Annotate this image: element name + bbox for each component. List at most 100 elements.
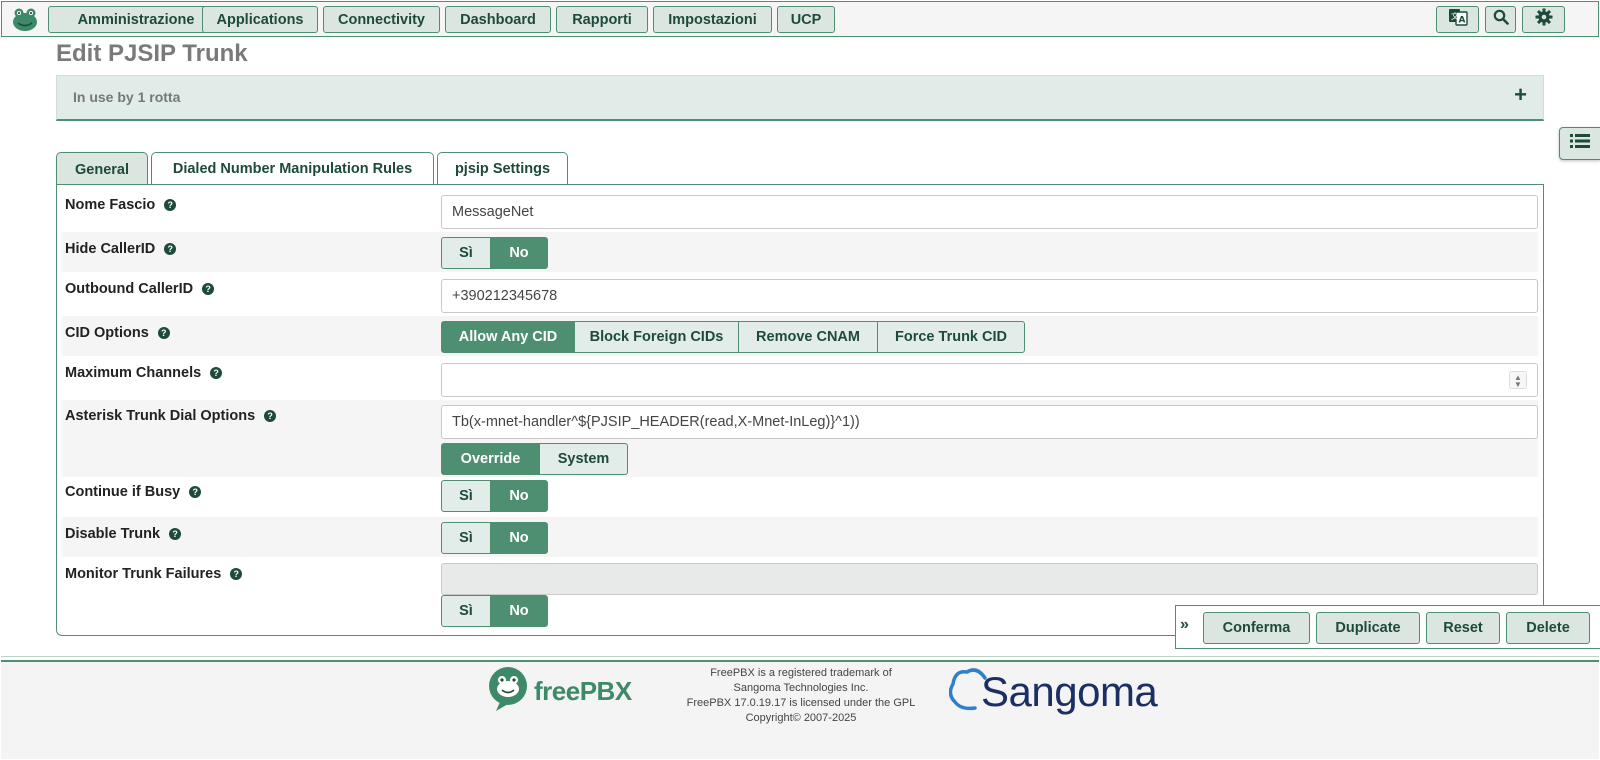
dial-options-label-text: Asterisk Trunk Dial Options	[65, 408, 256, 424]
max-channels-label-text: Maximum Channels	[65, 365, 202, 381]
outbound-callerid-label-text: Outbound CallerID	[65, 281, 194, 297]
expand-plus-icon[interactable]: +	[1514, 82, 1527, 108]
disable-trunk-yes[interactable]: Sì	[441, 522, 491, 554]
continue-busy-label: Continue if Busy ?	[65, 484, 202, 500]
form-row-dial-options: Asterisk Trunk Dial Options ? Tb(x-mnet-…	[62, 400, 1538, 477]
trunk-name-label: Nome Fascio ?	[65, 197, 177, 213]
cid-option-block-foreign[interactable]: Block Foreign CIDs	[574, 321, 739, 353]
continue-busy-no[interactable]: No	[490, 480, 548, 512]
help-icon[interactable]: ?	[202, 283, 215, 295]
footer-line: Copyright© 2007-2025	[745, 712, 857, 724]
disable-trunk-label: Disable Trunk ?	[65, 526, 182, 542]
delete-button[interactable]: Delete	[1506, 612, 1590, 644]
nav-applications[interactable]: Applications	[202, 6, 318, 33]
footer-line: FreePBX is a registered trademark of	[710, 667, 892, 679]
tab-dialed-number-manipulation-rules[interactable]: Dialed Number Manipulation Rules	[151, 152, 434, 185]
nav-amministrazione[interactable]: Amministrazione	[48, 6, 224, 33]
monitor-failures-no[interactable]: No	[490, 595, 548, 627]
side-list-toggle[interactable]	[1559, 127, 1600, 160]
footer-line[interactable]: FreePBX 17.0.19.17 is licensed under the…	[681, 696, 921, 711]
dial-options-system[interactable]: System	[539, 443, 628, 475]
settings-button[interactable]	[1522, 6, 1565, 33]
submit-button[interactable]: Conferma	[1203, 612, 1310, 644]
cid-option-force-trunk[interactable]: Force Trunk CID	[877, 321, 1025, 353]
cid-options-label-text: CID Options	[65, 325, 149, 341]
cid-option-remove-cnam[interactable]: Remove CNAM	[738, 321, 878, 353]
svg-text:A: A	[1458, 16, 1465, 26]
help-icon[interactable]: ?	[230, 568, 243, 580]
help-icon[interactable]: ?	[189, 486, 202, 498]
hide-callerid-yes[interactable]: Sì	[441, 237, 491, 269]
help-icon[interactable]: ?	[210, 367, 223, 379]
usage-text: In use by 1 rotta	[73, 89, 181, 105]
nav-ucp[interactable]: UCP	[777, 6, 835, 33]
top-navbar: Amministrazione Applications Connectivit…	[1, 1, 1599, 37]
continue-busy-toggle: Sì No	[441, 480, 548, 512]
number-spinner-icon[interactable]: ▲ ▼	[1509, 371, 1527, 389]
form-row-outbound-callerid: Outbound CallerID ? +390212345678	[62, 274, 1538, 314]
cid-options-toggle: Allow Any CID Block Foreign CIDs Remove …	[441, 321, 1025, 353]
footer-legal-text: FreePBX is a registered trademark of San…	[681, 666, 921, 726]
max-channels-label: Maximum Channels ?	[65, 365, 223, 381]
disable-trunk-label-text: Disable Trunk	[65, 526, 161, 542]
dial-options-override[interactable]: Override	[441, 443, 540, 475]
page-title: Edit PJSIP Trunk	[56, 40, 248, 67]
collapse-double-chevron-icon[interactable]: »	[1180, 616, 1189, 634]
monitor-failures-yes[interactable]: Sì	[441, 595, 491, 627]
nav-impostazioni[interactable]: Impostazioni	[653, 6, 772, 33]
form-row-trunk-name: Nome Fascio ? MessageNet	[62, 190, 1538, 230]
duplicate-button[interactable]: Duplicate	[1316, 612, 1420, 644]
dial-options-toggle: Override System	[441, 443, 628, 475]
nav-rapporti[interactable]: Rapporti	[556, 6, 648, 33]
freepbx-logo[interactable]: freePBX	[486, 666, 632, 717]
dial-options-input[interactable]: Tb(x-mnet-handler^${PJSIP_HEADER(read,X-…	[441, 405, 1538, 439]
hide-callerid-label: Hide CallerID ?	[65, 241, 177, 257]
max-channels-input[interactable]: ▲ ▼	[441, 363, 1538, 397]
search-button[interactable]	[1485, 6, 1516, 33]
freepbx-wordmark: freePBX	[534, 676, 632, 706]
tab-general[interactable]: General	[56, 152, 148, 186]
form-row-disable-trunk: Disable Trunk ? Sì No	[62, 517, 1538, 557]
reset-button[interactable]: Reset	[1426, 612, 1500, 644]
tab-pjsip-settings[interactable]: pjsip Settings	[437, 152, 568, 185]
cid-options-label: CID Options ?	[65, 325, 170, 341]
help-icon[interactable]: ?	[169, 528, 182, 540]
form-row-hide-callerid: Hide CallerID ? Sì No	[62, 232, 1538, 272]
continue-busy-label-text: Continue if Busy	[65, 484, 181, 500]
outbound-callerid-label: Outbound CallerID ?	[65, 281, 215, 297]
monitor-failures-input[interactable]	[441, 563, 1538, 595]
monitor-failures-label-text: Monitor Trunk Failures	[65, 566, 222, 582]
nav-connectivity[interactable]: Connectivity	[323, 6, 440, 33]
gear-icon	[1535, 8, 1553, 31]
hide-callerid-no[interactable]: No	[490, 237, 548, 269]
monitor-failures-label: Monitor Trunk Failures ?	[65, 566, 243, 582]
search-icon	[1493, 9, 1509, 30]
trunk-name-input[interactable]: MessageNet	[441, 195, 1538, 229]
help-icon[interactable]: ?	[157, 327, 170, 339]
usage-panel: In use by 1 rotta +	[56, 75, 1544, 121]
sangoma-wordmark: Sangoma	[981, 667, 1158, 715]
form-row-continue-busy: Continue if Busy ? Sì No	[62, 476, 1538, 516]
footer-line: Sangoma Technologies Inc.	[733, 682, 869, 694]
sangoma-logo[interactable]: Sangoma	[948, 664, 1158, 719]
floating-action-bar: » Conferma Duplicate Reset Delete	[1175, 605, 1600, 649]
form-row-max-channels: Maximum Channels ? ▲ ▼	[62, 358, 1538, 398]
outbound-callerid-input[interactable]: +390212345678	[441, 279, 1538, 313]
list-icon	[1570, 133, 1590, 154]
language-button[interactable]: 文 A	[1436, 6, 1479, 33]
freepbx-home-logo-icon[interactable]	[10, 6, 40, 34]
nav-dashboard[interactable]: Dashboard	[445, 6, 551, 33]
disable-trunk-no[interactable]: No	[490, 522, 548, 554]
dial-options-label: Asterisk Trunk Dial Options ?	[65, 408, 277, 424]
monitor-failures-toggle: Sì No	[441, 595, 548, 627]
hide-callerid-toggle: Sì No	[441, 237, 548, 269]
help-icon[interactable]: ?	[164, 199, 177, 211]
hide-callerid-label-text: Hide CallerID	[65, 241, 156, 257]
language-icon: 文 A	[1448, 8, 1468, 31]
help-icon[interactable]: ?	[264, 410, 277, 422]
help-icon[interactable]: ?	[164, 243, 177, 255]
trunk-name-label-text: Nome Fascio	[65, 197, 156, 213]
cid-option-allow-any[interactable]: Allow Any CID	[441, 321, 575, 353]
continue-busy-yes[interactable]: Sì	[441, 480, 491, 512]
freepbx-bubble-icon	[486, 666, 530, 717]
